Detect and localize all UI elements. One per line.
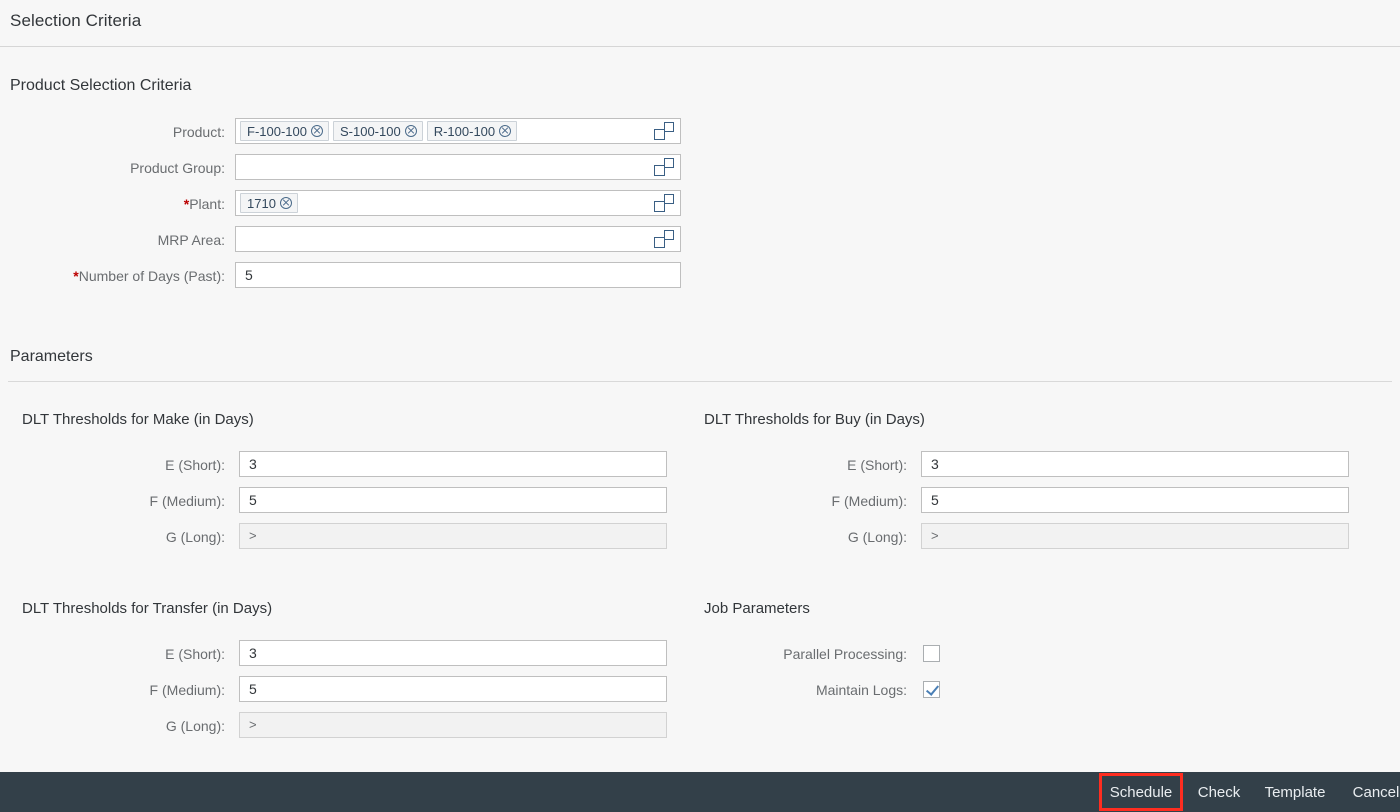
dlt-transfer-f-medium-input[interactable]: 5 <box>239 676 667 702</box>
schedule-button[interactable]: Schedule <box>1103 772 1179 812</box>
value-help-icon-front-square <box>654 237 665 248</box>
product-label: Product: <box>20 124 225 140</box>
page-title: Selection Criteria <box>10 11 142 30</box>
footer-bar <box>0 772 1400 812</box>
value-help-icon[interactable] <box>654 230 674 248</box>
maintain-logs-label: Maintain Logs: <box>815 682 907 698</box>
remove-token-icon[interactable] <box>404 125 417 137</box>
dlt-transfer-group-title: DLT Thresholds for Transfer (in Days) <box>22 600 273 617</box>
product-group-label-text: Product Group: <box>130 160 225 176</box>
dlt-make-g-long-input: > <box>239 523 667 549</box>
remove-token-icon[interactable] <box>499 125 512 137</box>
job-parameters-group-title: Job Parameters <box>704 600 810 617</box>
dlt-make-f-medium-label: F (Medium): <box>149 493 225 509</box>
parallel-processing-label: Parallel Processing: <box>783 646 907 662</box>
parameters-divider <box>8 381 1392 382</box>
value-help-icon[interactable] <box>654 158 674 176</box>
dlt-make-e-short-value: 3 <box>249 456 257 472</box>
dlt-transfer-e-short-input[interactable]: 3 <box>239 640 667 666</box>
product-input[interactable]: F-100-100 S-100-100 R-100-100 <box>235 118 681 144</box>
value-help-icon[interactable] <box>654 194 674 212</box>
remove-token-icon[interactable] <box>310 125 323 137</box>
cancel-button[interactable]: Cancel <box>1343 772 1400 812</box>
value-help-icon[interactable] <box>654 122 674 140</box>
number-of-days-label: *Number of Days (Past): <box>20 268 225 284</box>
dlt-transfer-g-long-input: > <box>239 712 667 738</box>
plant-input[interactable]: 1710 <box>235 190 681 216</box>
maintain-logs-checkbox[interactable] <box>923 681 940 698</box>
check-button[interactable]: Check <box>1191 772 1247 812</box>
selection-criteria-page: Selection Criteria Product Selection Cri… <box>0 0 1400 812</box>
plant-label: *Plant: <box>20 196 225 212</box>
mrp-area-label: MRP Area: <box>20 232 225 248</box>
value-help-icon-back-square <box>664 194 674 204</box>
dlt-make-g-long-value: > <box>249 528 257 543</box>
number-of-days-value: 5 <box>245 267 253 283</box>
dlt-buy-group-title: DLT Thresholds for Buy (in Days) <box>704 411 925 428</box>
product-token-label: S-100-100 <box>339 123 401 139</box>
product-token[interactable]: S-100-100 <box>332 121 423 141</box>
dlt-buy-f-medium-label: F (Medium): <box>831 493 907 509</box>
dlt-make-f-medium-input[interactable]: 5 <box>239 487 667 513</box>
value-help-icon-back-square <box>664 158 674 168</box>
dlt-buy-g-long-value: > <box>931 528 939 543</box>
product-token-label: R-100-100 <box>433 123 496 139</box>
page-header: Selection Criteria <box>0 0 1400 47</box>
product-group-input[interactable] <box>235 154 681 180</box>
value-help-icon-back-square <box>664 122 674 132</box>
product-token[interactable]: R-100-100 <box>426 121 518 141</box>
dlt-buy-f-medium-value: 5 <box>931 492 939 508</box>
product-selection-section-title: Product Selection Criteria <box>10 77 192 94</box>
dlt-buy-g-long-label: G (Long): <box>847 529 907 545</box>
dlt-make-g-long-label: G (Long): <box>165 529 225 545</box>
dlt-transfer-f-medium-value: 5 <box>249 681 257 697</box>
value-help-icon-front-square <box>654 201 665 212</box>
value-help-icon-front-square <box>654 129 665 140</box>
dlt-transfer-e-short-value: 3 <box>249 645 257 661</box>
product-token[interactable]: F-100-100 <box>240 121 329 141</box>
plant-token-label: 1710 <box>247 195 276 211</box>
dlt-transfer-e-short-label: E (Short): <box>165 646 225 662</box>
plant-label-text: Plant: <box>189 196 225 212</box>
value-help-icon-front-square <box>654 165 665 176</box>
mrp-area-label-text: MRP Area: <box>157 232 225 248</box>
parameters-section-title: Parameters <box>10 348 93 365</box>
number-of-days-label-text: Number of Days (Past): <box>78 268 225 284</box>
product-group-label: Product Group: <box>20 160 225 176</box>
dlt-make-e-short-label: E (Short): <box>165 457 225 473</box>
number-of-days-input[interactable]: 5 <box>235 262 681 288</box>
template-button[interactable]: Template <box>1257 772 1333 812</box>
mrp-area-input[interactable] <box>235 226 681 252</box>
dlt-buy-g-long-input: > <box>921 523 1349 549</box>
dlt-transfer-g-long-label: G (Long): <box>165 718 225 734</box>
dlt-make-f-medium-value: 5 <box>249 492 257 508</box>
dlt-buy-f-medium-input[interactable]: 5 <box>921 487 1349 513</box>
dlt-transfer-g-long-value: > <box>249 717 257 732</box>
remove-token-icon[interactable] <box>279 197 292 209</box>
plant-token[interactable]: 1710 <box>240 193 298 213</box>
product-label-text: Product: <box>172 124 225 140</box>
product-token-label: F-100-100 <box>247 123 307 139</box>
dlt-make-e-short-input[interactable]: 3 <box>239 451 667 477</box>
dlt-buy-e-short-value: 3 <box>931 456 939 472</box>
parallel-processing-checkbox[interactable] <box>923 645 940 662</box>
dlt-buy-e-short-input[interactable]: 3 <box>921 451 1349 477</box>
dlt-transfer-f-medium-label: F (Medium): <box>149 682 225 698</box>
dlt-buy-e-short-label: E (Short): <box>847 457 907 473</box>
dlt-make-group-title: DLT Thresholds for Make (in Days) <box>22 411 254 428</box>
value-help-icon-back-square <box>664 230 674 240</box>
